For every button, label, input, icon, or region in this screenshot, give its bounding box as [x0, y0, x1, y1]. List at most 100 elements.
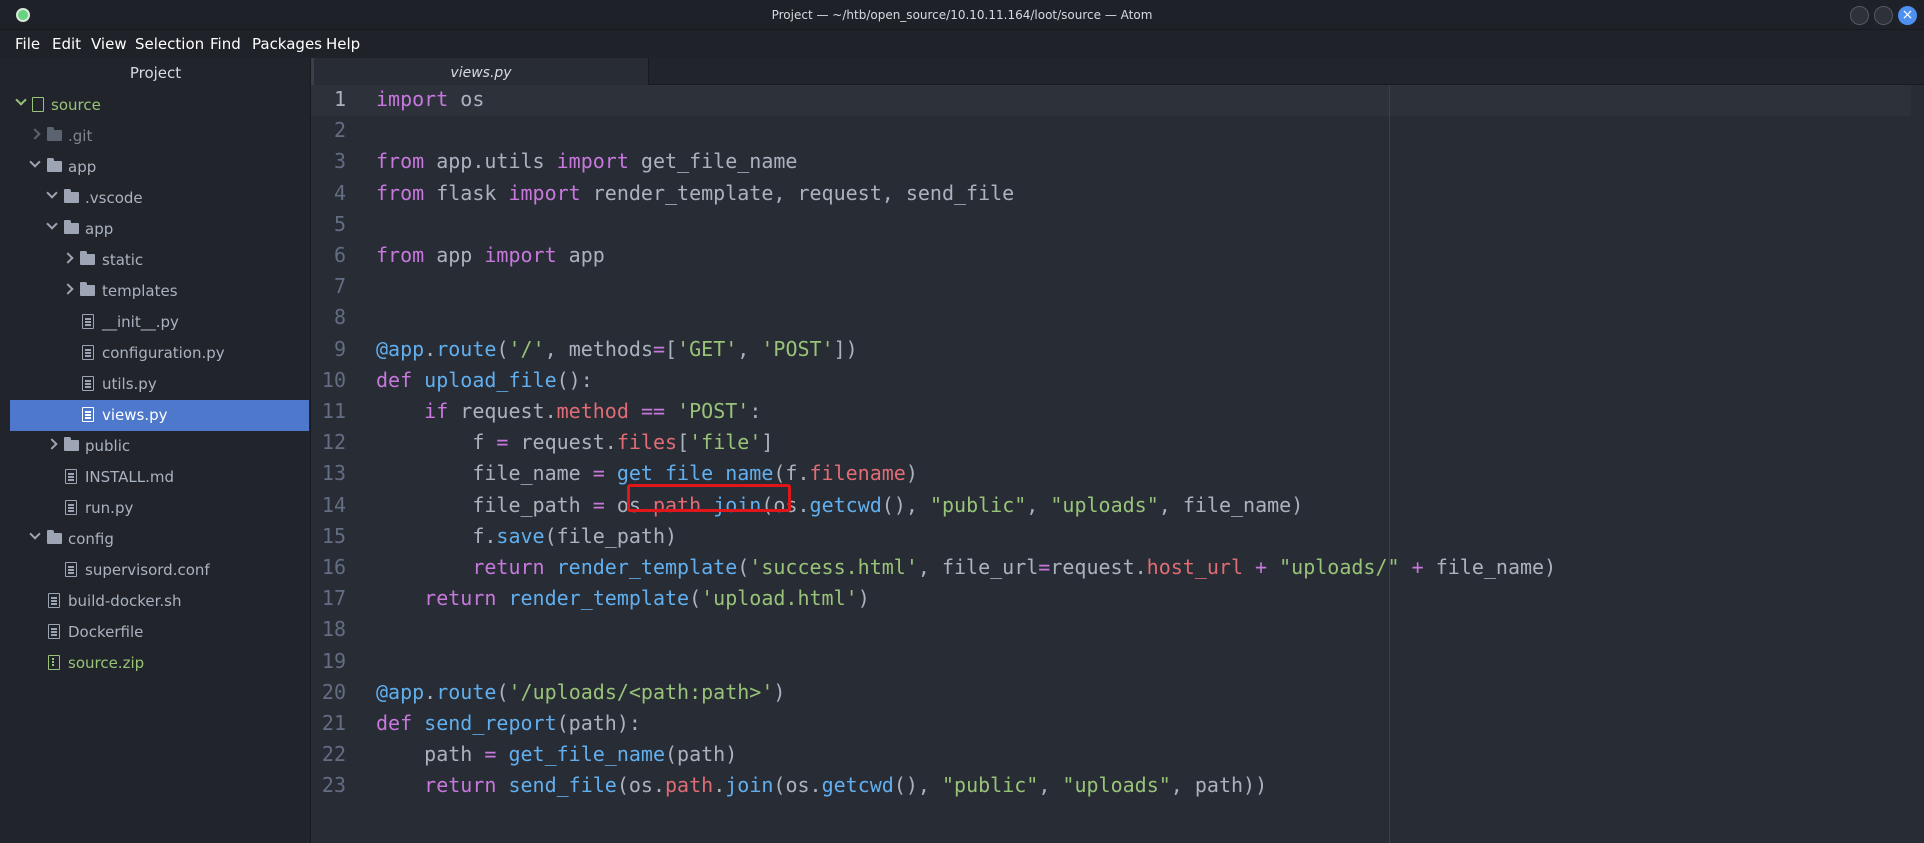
line-number: 23	[321, 773, 346, 798]
line-number: 3	[333, 149, 346, 174]
cursor-line-highlight	[311, 85, 1911, 116]
menu-packages[interactable]: Packages	[252, 35, 322, 53]
tree-item-init-py[interactable]: __init__.py	[10, 307, 309, 338]
line-number: 19	[321, 648, 346, 673]
chevron-down-icon	[29, 528, 41, 540]
code-line: from app import app	[376, 243, 605, 267]
folder-icon	[64, 220, 79, 234]
code-line: return render_template('upload.html')	[424, 586, 870, 611]
tree-item-label: source.zip	[68, 654, 145, 672]
folder-icon	[47, 530, 62, 544]
minimize-button[interactable]	[1850, 6, 1869, 25]
file-icon	[48, 593, 60, 608]
chevron-down-icon	[46, 218, 58, 230]
menu-bar: File Edit View Selection Find Packages H…	[0, 30, 1924, 58]
folder-icon	[47, 158, 62, 172]
line-number: 22	[321, 742, 346, 767]
menu-find[interactable]: Find	[210, 35, 241, 53]
tree-item-label: .vscode	[85, 189, 143, 207]
tree-item-label: templates	[102, 282, 178, 300]
folder-icon	[80, 282, 95, 296]
code-line: @app.route('/uploads/<path:path>')	[376, 679, 786, 704]
file-icon	[82, 314, 94, 329]
code-line: def send_report(path):	[376, 711, 641, 735]
tab-bar: views.py	[311, 58, 1924, 86]
tree-item-install-md[interactable]: INSTALL.md	[10, 462, 309, 493]
tree-item-templates[interactable]: templates	[10, 276, 309, 307]
line-number: 9	[333, 336, 346, 361]
code-line: file_path = os.path.join(os.getcwd(), "p…	[376, 492, 1304, 517]
tree-item-build-docker-sh[interactable]: build-docker.sh	[10, 586, 309, 617]
line-number: 20	[321, 679, 346, 704]
tab-views-py[interactable]: views.py	[311, 58, 649, 86]
tree-item-label: INSTALL.md	[85, 468, 175, 486]
repo-icon	[32, 97, 44, 112]
file-icon	[65, 469, 77, 484]
chevron-right-icon	[62, 283, 74, 295]
tree-item-views-py[interactable]: views.py	[10, 400, 309, 431]
tree-item-label: __init__.py	[102, 313, 179, 331]
tree-item-dockerfile[interactable]: Dockerfile	[10, 617, 309, 648]
code-line: import os	[376, 87, 485, 111]
line-number: 6	[333, 243, 346, 267]
code-line: return send_file(os.path.join(os.getcwd(…	[424, 773, 1268, 798]
code-area[interactable]: 1 2 3 4 5 6 7 8 9 10 11 12 13 14 15 16 17 18 19 20 21 22 23 im…	[311, 85, 1924, 843]
tree-item-label: Dockerfile	[68, 623, 144, 641]
tree-item-public[interactable]: public	[10, 431, 309, 462]
file-icon	[82, 407, 94, 422]
project-panel-title[interactable]: Project	[0, 58, 311, 88]
line-number: 14	[321, 492, 346, 517]
tree-item-config[interactable]: config	[10, 524, 309, 555]
code-line: if request.method == 'POST':	[424, 399, 762, 423]
tree-item-static[interactable]: static	[10, 245, 309, 276]
menu-edit[interactable]: Edit	[52, 35, 81, 53]
line-number: 7	[333, 274, 346, 299]
close-button[interactable]: ×	[1898, 6, 1917, 25]
window-title: Project — ~/htb/open_source/10.10.11.164…	[771, 8, 1153, 22]
code-line: return render_template('success.html', f…	[472, 555, 1557, 579]
chevron-down-icon	[46, 187, 58, 199]
menu-file[interactable]: File	[15, 35, 40, 53]
tree-item-label: public	[85, 437, 131, 455]
tree-item-source-zip[interactable]: source.zip	[10, 648, 309, 679]
folder-icon	[64, 437, 79, 451]
code-line: from app.utils import get_file_name	[376, 149, 798, 174]
tree-item-label: source	[51, 96, 101, 114]
file-icon	[82, 345, 94, 360]
file-icon	[82, 376, 94, 391]
tree-item-app[interactable]: app	[10, 152, 309, 183]
chevron-down-icon	[29, 156, 41, 168]
tree-item-supervisord-conf[interactable]: supervisord.conf	[10, 555, 309, 586]
tree-item-vscode[interactable]: .vscode	[10, 183, 309, 214]
line-number: 12	[321, 430, 346, 455]
line-number: 17	[321, 586, 346, 611]
menu-selection[interactable]: Selection	[135, 35, 204, 53]
line-number: 4	[333, 180, 346, 205]
tree-item-run-py[interactable]: run.py	[10, 493, 309, 524]
chevron-down-icon	[15, 94, 27, 106]
chevron-right-icon	[46, 438, 58, 450]
tree-item-git[interactable]: .git	[10, 121, 309, 152]
menu-view[interactable]: View	[91, 35, 127, 53]
tree-item-label: build-docker.sh	[68, 592, 182, 610]
tree-item-app-inner[interactable]: app	[10, 214, 309, 245]
code-line: f.save(file_path)	[376, 523, 678, 548]
tree-item-label: views.py	[102, 406, 168, 424]
menu-help[interactable]: Help	[326, 35, 360, 53]
file-icon	[48, 624, 60, 639]
tree-item-label: config	[68, 530, 114, 548]
code-line: @app.route('/', methods=['GET', 'POST'])	[376, 336, 858, 361]
line-number: 18	[321, 617, 346, 642]
tree-item-label: configuration.py	[102, 344, 225, 362]
zip-file-icon	[48, 655, 60, 670]
project-tree-panel: Project source .git app .vscode app stat…	[0, 58, 311, 843]
highlight-annotation-box	[627, 484, 791, 512]
maximize-button[interactable]	[1874, 6, 1893, 25]
chevron-right-icon	[29, 128, 41, 140]
tree-item-source[interactable]: source	[10, 90, 309, 121]
editor-pane: views.py 1 2 3 4 5 6 7 8 9 10 11 12 13 14 15 16 17 18 19 20…	[311, 58, 1924, 843]
line-number: 5	[333, 211, 346, 236]
tree-item-configuration-py[interactable]: configuration.py	[10, 338, 309, 369]
tree-item-utils-py[interactable]: utils.py	[10, 369, 309, 400]
tree-item-label: run.py	[85, 499, 134, 517]
